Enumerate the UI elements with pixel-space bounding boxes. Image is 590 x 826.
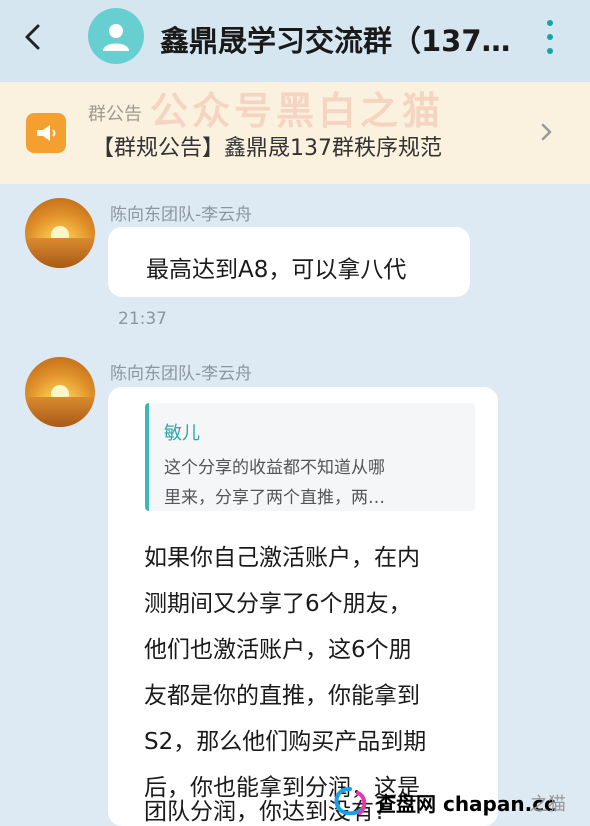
sender-name: 陈向东团队-李云舟 xyxy=(110,364,253,384)
message-text-line: 他们也激活账户，这6个朋 xyxy=(144,637,412,663)
message-text-line: 如果你自己激活账户，在内 xyxy=(144,545,420,571)
quote-author: 敏儿 xyxy=(164,423,200,444)
message-text: 最高达到A8，可以拿八代 xyxy=(146,257,407,283)
site-watermark: 查盘网 chapan.cc xyxy=(330,784,556,820)
chevron-right-icon[interactable] xyxy=(538,118,556,146)
notice-label: 群公告 xyxy=(88,104,142,125)
chat-header: 鑫鼎晟学习交流群（137… xyxy=(0,0,590,82)
more-vertical-icon[interactable] xyxy=(540,20,560,54)
site-watermark-text: 查盘网 chapan.cc xyxy=(376,791,556,816)
message-text-line: 友都是你的直推，你能拿到 xyxy=(144,683,420,709)
chat-title: 鑫鼎晟学习交流群（137… xyxy=(160,24,511,58)
message-text-line: S2，那么他们购买产品到期 xyxy=(144,729,427,755)
site-logo-icon xyxy=(334,787,367,816)
sender-name: 陈向东团队-李云舟 xyxy=(110,205,253,225)
group-avatar-icon[interactable] xyxy=(88,8,144,64)
message-text-line: 测期间又分享了6个朋友， xyxy=(144,591,412,617)
sender-avatar[interactable] xyxy=(25,198,95,268)
quote-text-line: 里来，分享了两个直推，两… xyxy=(164,488,385,508)
sender-avatar[interactable] xyxy=(25,357,95,427)
megaphone-icon xyxy=(26,113,66,153)
watermark-tail: 之猫 xyxy=(530,794,566,815)
message-time: 21:37 xyxy=(118,309,167,329)
notice-text[interactable]: 【群规公告】鑫鼎晟137群秩序规范 xyxy=(92,130,442,162)
quote-text-line: 这个分享的收益都不知道从哪 xyxy=(164,458,385,478)
back-arrow-icon[interactable] xyxy=(18,22,48,52)
